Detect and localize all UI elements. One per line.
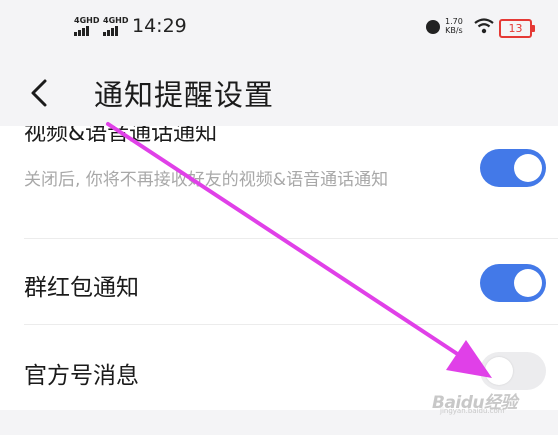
baidu-watermark-logo: Baidu经验 jingyan.baidu.com <box>432 388 552 418</box>
signal-strength-icon: 4GHD <box>74 16 99 36</box>
battery-indicator: 13 <box>499 19 535 38</box>
setting-label-video-voice: 视频&语音通话通知 <box>24 126 217 148</box>
setting-description-video-voice: 关闭后, 你将不再接收好友的视频&语音通话通知 <box>24 170 389 190</box>
signal-label: 4GHD <box>103 16 129 25</box>
wifi-icon <box>474 18 494 34</box>
network-speed: 1.70 KB/s <box>445 17 463 35</box>
watermark-subtext: jingyan.baidu.com <box>440 407 505 415</box>
toggle-knob <box>485 357 513 385</box>
video-voice-toggle[interactable] <box>480 149 546 187</box>
signal-label: 4GHD <box>74 16 100 25</box>
group-red-packet-toggle[interactable] <box>480 264 546 302</box>
page-title: 通知提醒设置 <box>94 78 275 112</box>
clock: 14:29 <box>132 15 187 37</box>
network-speed-unit: KB/s <box>445 26 463 35</box>
divider <box>24 324 558 325</box>
signal-strength-icon: 4GHD <box>103 16 128 36</box>
status-bar: 4GHD 4GHD 14:29 1.70 KB/s 13 <box>0 0 558 58</box>
setting-label-group-red-packet: 群红包通知 <box>24 275 139 301</box>
setting-label-official-account: 官方号消息 <box>24 363 139 389</box>
setting-label-text: 视频&语音通话通知 <box>24 126 218 146</box>
network-speed-value: 1.70 <box>445 17 463 26</box>
chevron-left-icon[interactable] <box>28 78 50 108</box>
toggle-knob <box>514 154 542 182</box>
divider <box>24 238 558 239</box>
toggle-knob <box>514 269 542 297</box>
page-header: 通知提醒设置 <box>0 58 558 126</box>
official-account-toggle[interactable] <box>480 352 546 390</box>
alarm-icon <box>426 20 440 34</box>
